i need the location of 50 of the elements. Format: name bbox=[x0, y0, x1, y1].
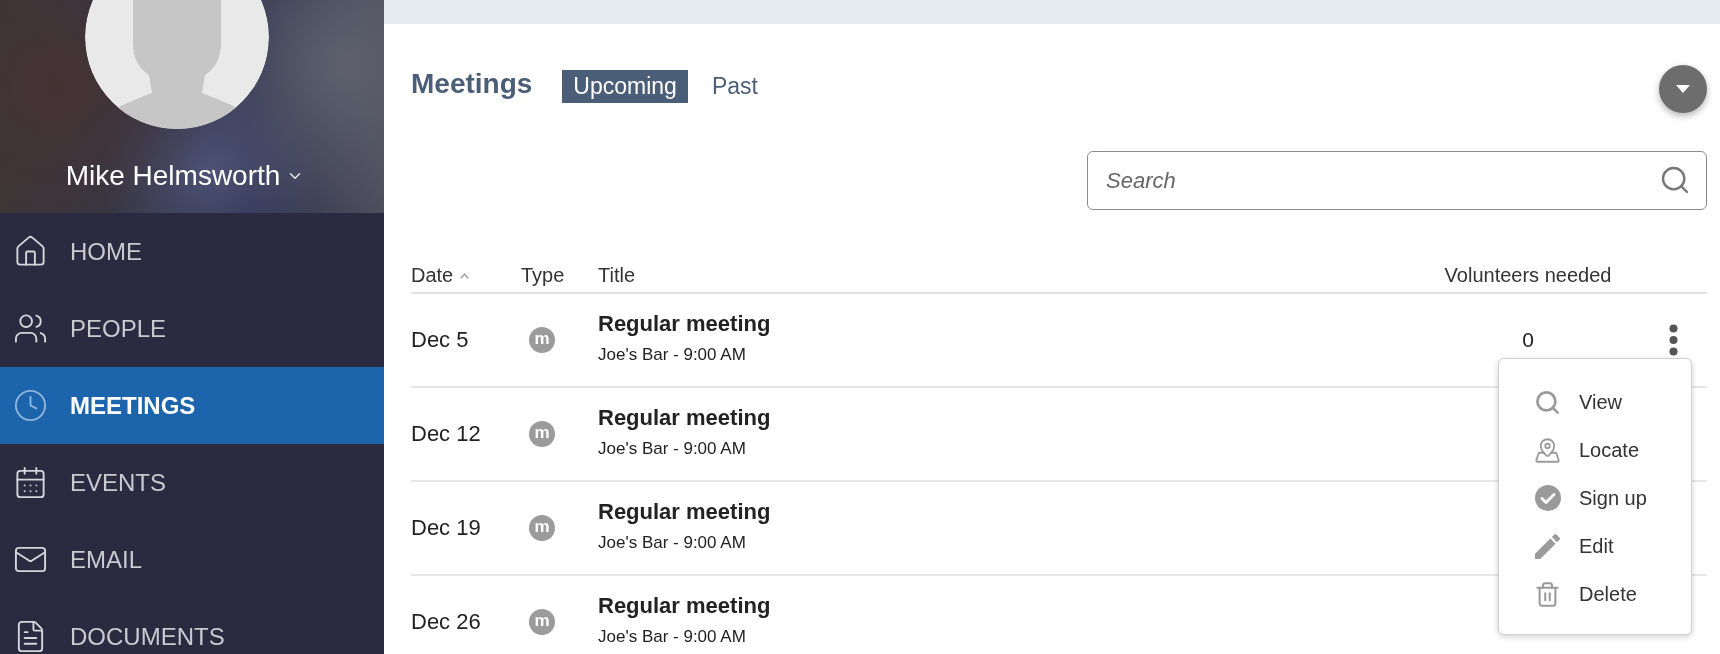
tab[interactable]: Past bbox=[700, 69, 769, 103]
type-badge: m bbox=[529, 609, 555, 635]
column-header[interactable]: Date bbox=[411, 264, 454, 287]
page-title: Meetings bbox=[411, 68, 533, 100]
tab[interactable]: Upcoming bbox=[562, 69, 688, 103]
nav-item[interactable]: HOME bbox=[0, 213, 384, 290]
meeting-title: Regular meeting bbox=[598, 404, 771, 431]
meeting-place-time: Joe's Bar - 9:00 AM bbox=[598, 531, 746, 554]
menu-item[interactable]: Sign up bbox=[1499, 474, 1691, 522]
nav-item[interactable]: PEOPLE bbox=[0, 290, 384, 367]
dropdown-button[interactable] bbox=[1659, 65, 1707, 113]
meeting-place-time: Joe's Bar - 9:00 AM bbox=[598, 343, 746, 366]
column-header: Volunteers needed bbox=[1444, 264, 1612, 287]
calendar-icon bbox=[13, 465, 48, 500]
search-icon bbox=[1659, 164, 1691, 196]
profile-name-button[interactable]: Mike Helmsworth bbox=[65, 158, 305, 194]
date-cell: Dec 26 bbox=[411, 609, 481, 634]
nav-item[interactable]: DOCUMENTS bbox=[0, 598, 384, 654]
nav-item[interactable]: EMAIL bbox=[0, 521, 384, 598]
caret-down-icon bbox=[1676, 85, 1690, 93]
column-header: Title bbox=[598, 264, 636, 287]
meeting-title: Regular meeting bbox=[598, 592, 771, 619]
meeting-title: Regular meeting bbox=[598, 498, 771, 525]
volunteers-count: 0 bbox=[1522, 328, 1534, 352]
date-cell: Dec 12 bbox=[411, 421, 481, 446]
home-icon bbox=[13, 234, 48, 269]
type-badge: m bbox=[529, 327, 555, 353]
nav-item[interactable]: MEETINGS bbox=[0, 367, 384, 444]
map-pin-icon bbox=[1534, 436, 1561, 464]
search-icon bbox=[1534, 388, 1561, 416]
vertical-dots-icon bbox=[1668, 324, 1678, 356]
column-header: Type bbox=[521, 264, 565, 287]
pencil-icon bbox=[1535, 533, 1560, 559]
check-circle-icon bbox=[1534, 485, 1561, 511]
menu-item[interactable]: Locate bbox=[1499, 426, 1691, 474]
trash-icon bbox=[1534, 580, 1561, 608]
people-icon bbox=[13, 311, 48, 346]
meeting-title: Regular meeting bbox=[598, 310, 771, 337]
menu-item[interactable]: Edit bbox=[1499, 522, 1691, 570]
date-cell: Dec 5 bbox=[411, 327, 469, 352]
nav-item[interactable]: EVENTS bbox=[0, 444, 384, 521]
date-cell: Dec 19 bbox=[411, 515, 481, 540]
menu-item[interactable]: View bbox=[1499, 378, 1691, 426]
clock-icon bbox=[13, 388, 48, 423]
meeting-place-time: Joe's Bar - 9:00 AM bbox=[598, 437, 746, 460]
type-badge: m bbox=[529, 421, 555, 447]
menu-item[interactable]: Delete bbox=[1499, 570, 1691, 618]
type-badge: m bbox=[529, 515, 555, 541]
meeting-place-time: Joe's Bar - 9:00 AM bbox=[598, 625, 746, 648]
search-field[interactable]: Search bbox=[1087, 151, 1707, 210]
